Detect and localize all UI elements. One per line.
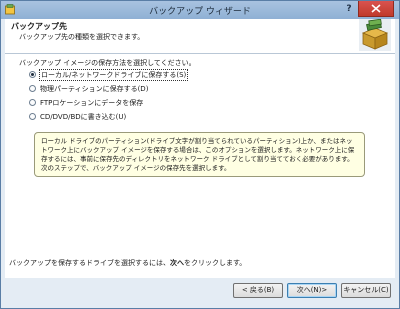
wizard-window: バックアップ ウィザード ? バックアップ先 バックアップ先の種類を選択できます… [0, 0, 400, 309]
help-button[interactable]: ? [342, 3, 356, 16]
close-icon [371, 4, 381, 13]
status-text-after: をクリックします。 [184, 259, 247, 267]
back-button[interactable]: < 戻る(B) [233, 283, 283, 298]
radio-ftp-location[interactable] [29, 99, 36, 106]
backup-box-icon [359, 19, 391, 51]
radio-cd-dvd-bd[interactable] [29, 113, 36, 120]
page-title: バックアップ先 [11, 22, 67, 31]
wizard-content: バックアップ イメージの保存方法を選択してください。 ローカル/ネットワークドラ… [5, 54, 395, 278]
option-cd-dvd-bd[interactable]: CD/DVD/BDに書き込む(U) [29, 111, 126, 122]
option-physical-partition[interactable]: 物理パーティションに保存する(D) [29, 83, 148, 94]
wizard-header: バックアップ先 バックアップ先の種類を選択できます。 [5, 19, 395, 54]
next-button[interactable]: 次へ(N)> [287, 283, 337, 298]
radio-physical-partition[interactable] [29, 85, 36, 92]
info-box: ローカル ドライブのパーティション(ドライブ文字が割り当てられているパーティショ… [34, 132, 365, 177]
storage-prompt: バックアップ イメージの保存方法を選択してください。 [19, 59, 196, 67]
cancel-button[interactable]: キャンセル(C) [341, 283, 391, 298]
status-text-next: 次へ [170, 259, 184, 267]
option-label[interactable]: 物理パーティションに保存する(D) [40, 84, 148, 94]
option-local-network-drive[interactable]: ローカル/ネットワークドライブに保存する(S) [29, 68, 189, 81]
window-title: バックアップ ウィザード [149, 7, 251, 17]
option-label[interactable]: ローカル/ネットワークドライブに保存する(S) [38, 68, 189, 81]
title-bar[interactable]: バックアップ ウィザード ? [1, 1, 399, 19]
page-subtitle: バックアップ先の種類を選択できます。 [19, 33, 145, 41]
wizard-footer: < 戻る(B) 次へ(N)> キャンセル(C) [5, 279, 395, 306]
radio-local-network-drive[interactable] [29, 71, 36, 78]
option-label[interactable]: CD/DVD/BDに書き込む(U) [40, 112, 126, 122]
option-label[interactable]: FTPロケーションにデータを保存 [40, 98, 143, 108]
status-text: バックアップを保存するドライブを選択するには、次へをクリックします。 [9, 258, 246, 268]
option-ftp-location[interactable]: FTPロケーションにデータを保存 [29, 97, 143, 108]
close-button[interactable] [358, 1, 394, 17]
status-text-before: バックアップを保存するドライブを選択するには、 [9, 259, 170, 267]
